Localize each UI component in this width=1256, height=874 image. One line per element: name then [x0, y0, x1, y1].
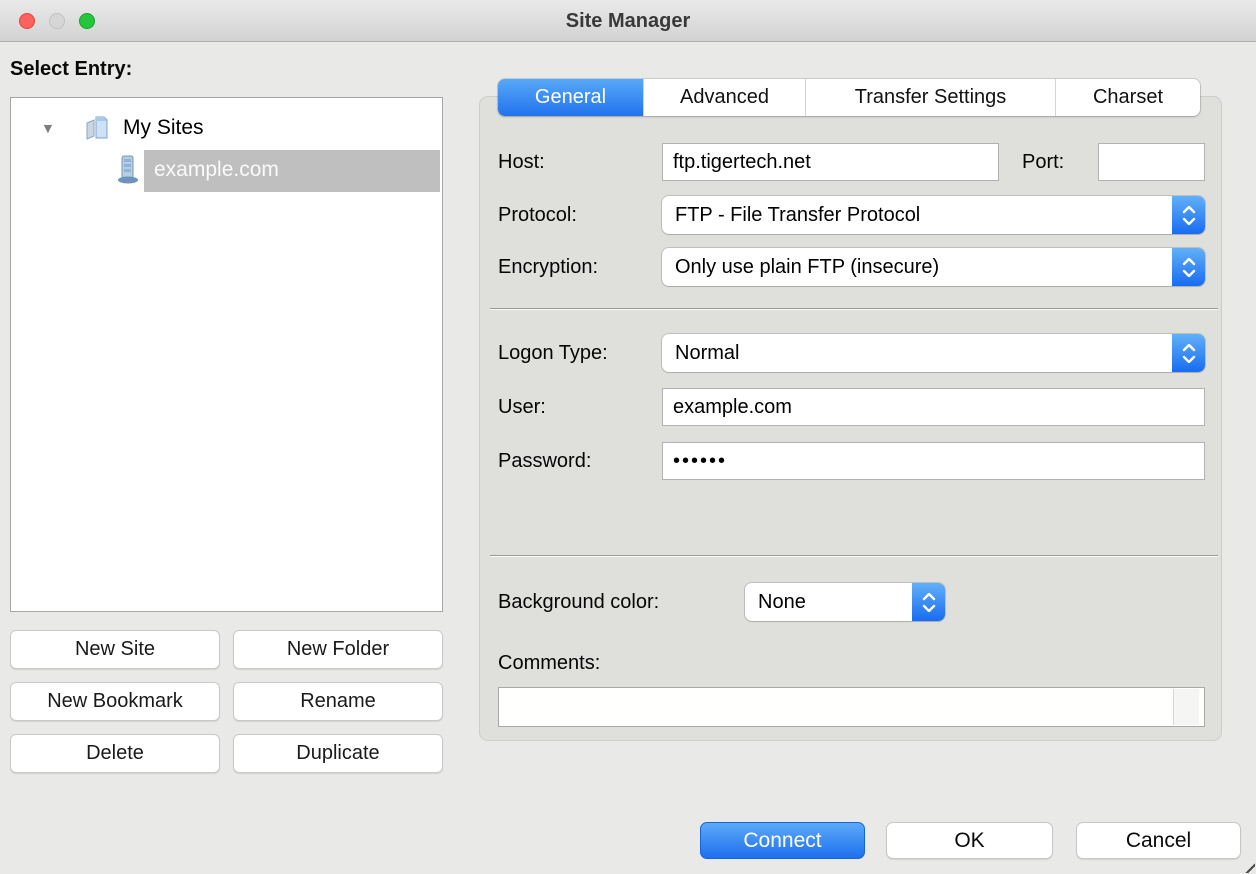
host-input[interactable] — [662, 143, 999, 181]
protocol-select-value: FTP - File Transfer Protocol — [662, 204, 1172, 227]
protocol-select[interactable]: FTP - File Transfer Protocol — [662, 196, 1205, 234]
disclosure-triangle-icon[interactable]: ▼ — [41, 120, 55, 136]
site-tree: ▼ My Sites exampl — [10, 97, 443, 612]
resize-grip[interactable] — [1241, 861, 1255, 873]
logon-type-select[interactable]: Normal — [662, 334, 1205, 372]
separator — [490, 555, 1218, 557]
encryption-select-value: Only use plain FTP (insecure) — [662, 256, 1172, 279]
tab-bar: General Advanced Transfer Settings Chars… — [498, 79, 1200, 116]
user-label: User: — [498, 388, 546, 426]
protocol-label: Protocol: — [498, 196, 577, 234]
user-input[interactable] — [662, 388, 1205, 426]
comments-scrollbar[interactable] — [1173, 689, 1199, 725]
selection-highlight: example.com — [144, 150, 440, 192]
background-color-select[interactable]: None — [745, 583, 945, 621]
logon-type-label: Logon Type: — [498, 334, 608, 372]
dropdown-stepper-icon — [1172, 196, 1205, 234]
tab-charset[interactable]: Charset — [1056, 79, 1200, 116]
host-label: Host: — [498, 143, 545, 181]
background-color-label: Background color: — [498, 583, 659, 621]
dropdown-stepper-icon — [912, 583, 945, 621]
logon-type-select-value: Normal — [662, 342, 1172, 365]
new-folder-button[interactable]: New Folder — [233, 630, 443, 669]
window-title: Site Manager — [0, 0, 1256, 42]
encryption-label: Encryption: — [498, 248, 598, 286]
background-color-select-value: None — [745, 591, 912, 614]
port-label: Port: — [1022, 143, 1064, 181]
dropdown-stepper-icon — [1172, 248, 1205, 286]
ok-button[interactable]: OK — [886, 822, 1053, 859]
tab-general[interactable]: General — [498, 79, 644, 116]
connect-button[interactable]: Connect — [700, 822, 865, 859]
rename-button[interactable]: Rename — [233, 682, 443, 721]
encryption-select[interactable]: Only use plain FTP (insecure) — [662, 248, 1205, 286]
server-icon — [115, 154, 141, 191]
tree-item-my-sites[interactable]: ▼ My Sites — [11, 108, 442, 150]
select-entry-label: Select Entry: — [10, 58, 132, 81]
comments-input[interactable] — [498, 687, 1205, 727]
separator — [490, 308, 1218, 310]
duplicate-button[interactable]: Duplicate — [233, 734, 443, 773]
new-site-button[interactable]: New Site — [10, 630, 220, 669]
folder-icon — [84, 114, 115, 147]
port-input[interactable] — [1098, 143, 1205, 181]
tab-transfer-settings[interactable]: Transfer Settings — [806, 79, 1056, 116]
tree-item-example-com[interactable]: example.com — [11, 150, 442, 192]
tree-item-label: My Sites — [123, 116, 204, 140]
password-input[interactable] — [662, 442, 1205, 480]
new-bookmark-button[interactable]: New Bookmark — [10, 682, 220, 721]
password-label: Password: — [498, 442, 591, 480]
comments-label: Comments: — [498, 644, 600, 682]
site-manager-window: Site Manager Select Entry: ▼ My Sites — [0, 0, 1256, 874]
titlebar: Site Manager — [0, 0, 1256, 42]
delete-button[interactable]: Delete — [10, 734, 220, 773]
dropdown-stepper-icon — [1172, 334, 1205, 372]
tab-advanced[interactable]: Advanced — [644, 79, 806, 116]
cancel-button[interactable]: Cancel — [1076, 822, 1241, 859]
tree-item-label: example.com — [154, 158, 279, 182]
